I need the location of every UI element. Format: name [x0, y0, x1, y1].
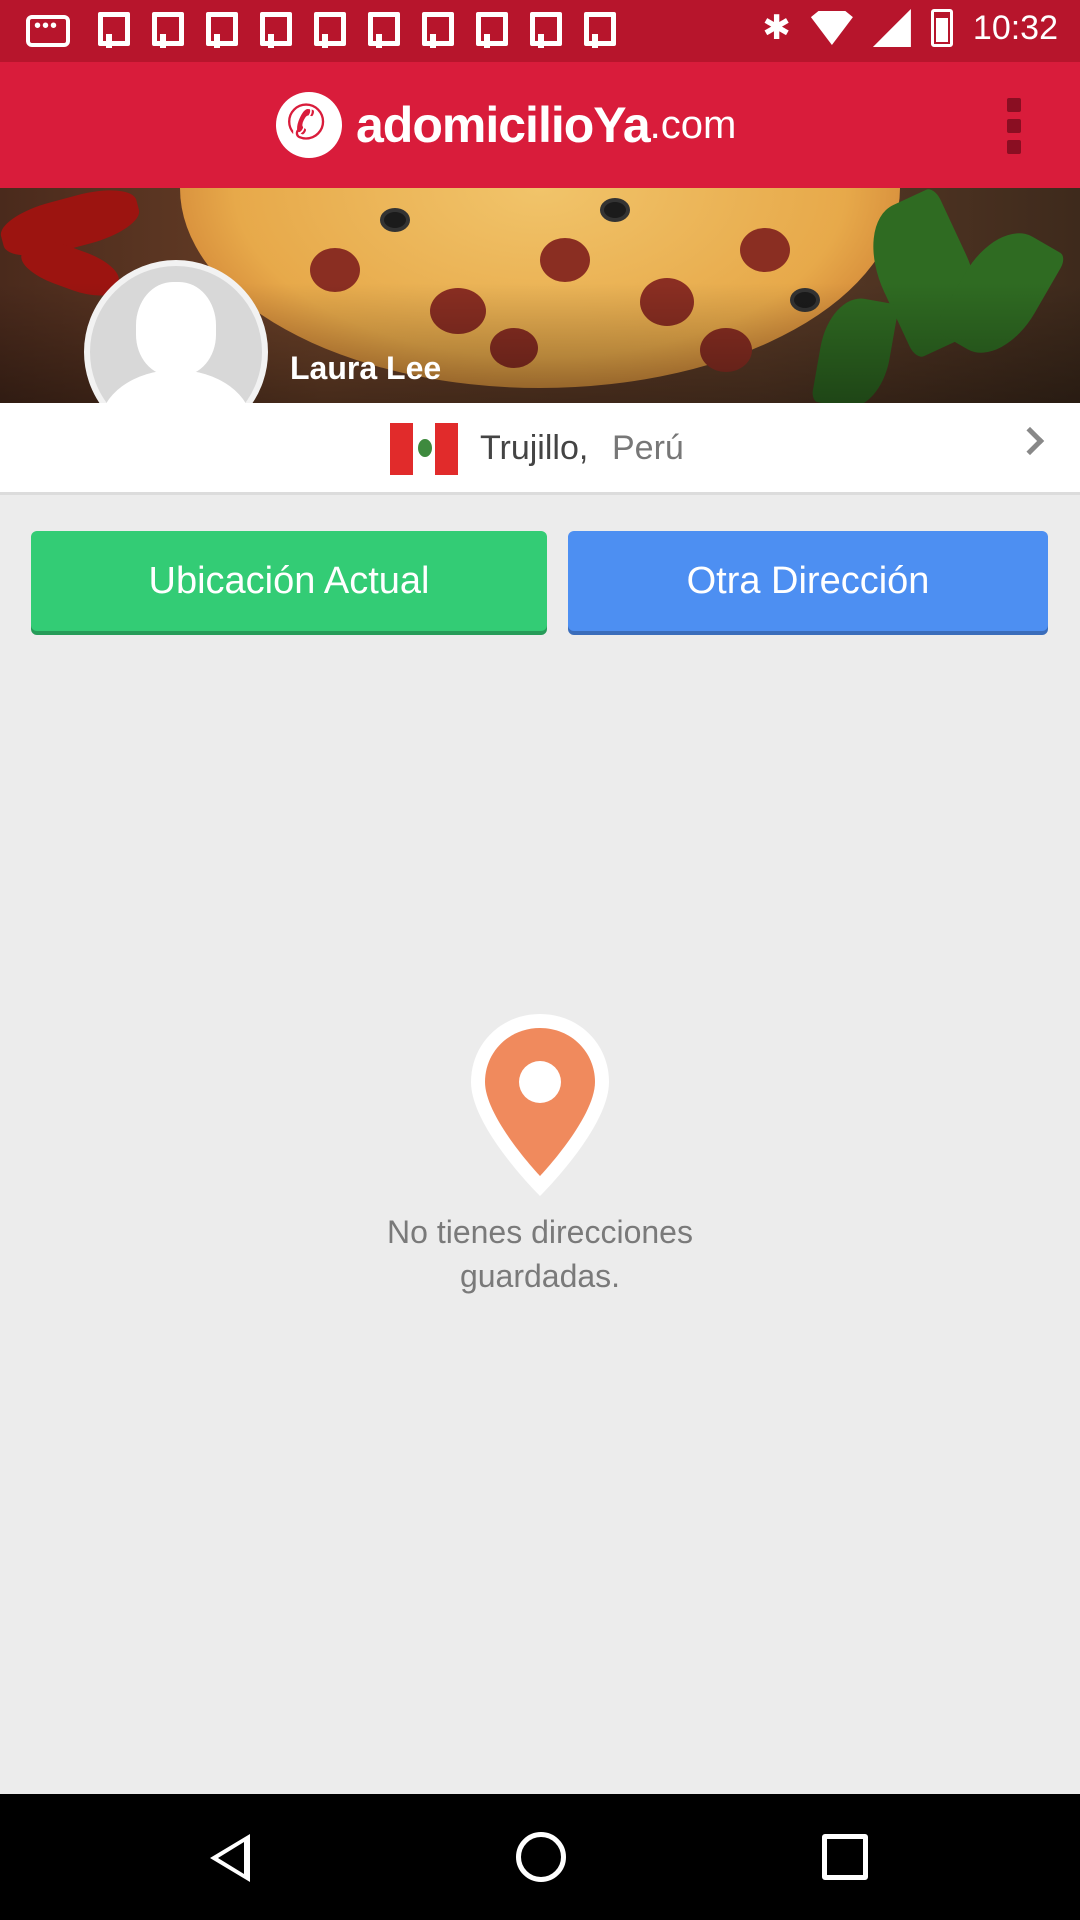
status-bar: ✱ 10:32 [0, 0, 1080, 62]
back-icon[interactable] [210, 1834, 250, 1882]
phone-icon [276, 92, 342, 158]
app-bar: adomicilioYa .com [0, 62, 1080, 188]
empty-state-line2: guardadas. [459, 1258, 621, 1294]
logo-domain-text: .com [649, 102, 737, 147]
other-address-button[interactable]: Otra Dirección [568, 531, 1048, 631]
clock: 10:32 [972, 8, 1058, 47]
empty-state-message: No tienes direcciones guardadas. [290, 1210, 790, 1298]
profile-name: Laura Lee [290, 350, 442, 386]
chevron-right-icon [1015, 426, 1045, 456]
flipboard-icon [418, 12, 454, 50]
home-icon[interactable] [516, 1832, 566, 1882]
peru-flag-icon [390, 423, 459, 475]
flipboard-icon [310, 12, 346, 50]
battery-icon [930, 9, 953, 47]
current-location-button[interactable]: Ubicación Actual [31, 531, 547, 631]
city-label: Trujillo, [480, 429, 589, 467]
recent-apps-icon[interactable] [822, 1834, 868, 1880]
flipboard-icon [202, 12, 238, 50]
flipboard-icon [94, 12, 130, 50]
overflow-menu-icon[interactable] [1004, 98, 1024, 154]
system-nav-bar [0, 1794, 1080, 1920]
flipboard-icon [526, 12, 562, 50]
wifi-icon [810, 11, 853, 45]
flipboard-icon [256, 12, 292, 50]
flipboard-icon [364, 12, 400, 50]
location-selector[interactable]: Trujillo, Perú [0, 403, 1080, 495]
notification-icons [26, 12, 616, 50]
signal-icon [872, 9, 911, 47]
flipboard-icon [472, 12, 508, 50]
location-pin-icon [471, 1014, 609, 1196]
logo-main-text: adomicilioYa [356, 97, 651, 153]
empty-state-line1: No tienes direcciones [387, 1214, 693, 1250]
flipboard-icon [148, 12, 184, 50]
flipboard-icon [580, 12, 616, 50]
app-logo: adomicilioYa .com [276, 92, 736, 158]
message-icon [26, 15, 70, 47]
country-label: Perú [612, 429, 684, 467]
bluetooth-icon: ✱ [762, 9, 791, 47]
